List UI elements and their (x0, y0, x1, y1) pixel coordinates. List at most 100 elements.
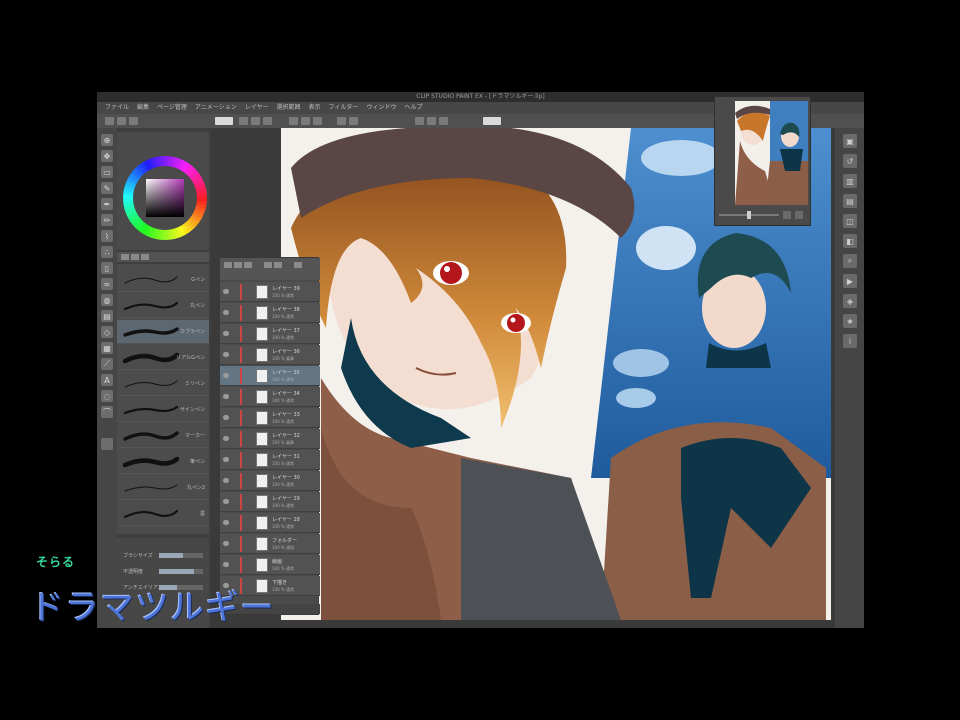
layer-row[interactable]: レイヤー 32 100 % 乗算 (220, 429, 320, 449)
eye-icon[interactable] (223, 562, 229, 567)
frame-icon[interactable]: ▦ (101, 342, 113, 354)
layer-row[interactable]: レイヤー 30 100 % 通常 (220, 471, 320, 491)
brush-item[interactable]: ミリペン (117, 372, 209, 396)
pencil-icon[interactable]: ✏ (101, 214, 113, 226)
open-file-icon[interactable] (117, 117, 126, 125)
erase-icon[interactable] (263, 117, 272, 125)
layer-row[interactable]: レイヤー 38 100 % 通常 (220, 303, 320, 323)
brush-item[interactable]: 筆ペン (117, 450, 209, 474)
brush-item[interactable]: 墨 (117, 502, 209, 526)
layer-property-icon[interactable]: ▣ (843, 134, 857, 148)
navigator-thumbnail[interactable] (735, 101, 808, 205)
history-icon[interactable]: ↺ (843, 154, 857, 168)
eye-icon[interactable] (223, 478, 229, 483)
eye-icon[interactable] (223, 457, 229, 462)
trash-icon[interactable] (294, 262, 302, 268)
transform-icon[interactable] (289, 117, 298, 125)
layer-row[interactable]: レイヤー 34 100 % 通常 (220, 387, 320, 407)
layer-row[interactable]: フォルダー 100 % 通過 (220, 534, 320, 554)
eye-icon[interactable] (223, 373, 229, 378)
property-slider[interactable] (159, 553, 203, 558)
eraser-icon[interactable]: ▯ (101, 262, 113, 274)
snap-icon[interactable] (337, 117, 346, 125)
eye-icon[interactable] (223, 520, 229, 525)
menu-item[interactable]: フィルター (327, 102, 361, 114)
material-icon[interactable]: ▥ (843, 174, 857, 188)
layer-row[interactable]: レイヤー 31 100 % 通常 (220, 450, 320, 470)
airbrush-icon[interactable]: ∴ (101, 246, 113, 258)
eye-icon[interactable] (223, 541, 229, 546)
deselect-icon[interactable] (427, 117, 436, 125)
menu-item[interactable]: アニメーション (193, 102, 239, 114)
brush-item[interactable]: 丸ペン (117, 294, 209, 318)
menu-item[interactable]: ページ管理 (155, 102, 189, 114)
layer-row[interactable]: レイヤー 36 100 % 乗算 (220, 345, 320, 365)
layer-row[interactable]: レイヤー 39 100 % 通常 (220, 282, 320, 302)
pen-icon[interactable]: ✒ (101, 198, 113, 210)
invert-icon[interactable] (439, 117, 448, 125)
correction-icon[interactable]: ⌒ (101, 406, 113, 418)
clip-studio-button[interactable] (215, 117, 233, 125)
brush-item[interactable]: マーカー (117, 424, 209, 448)
subtool-tab-3[interactable] (141, 254, 149, 260)
new-file-icon[interactable] (105, 117, 114, 125)
menu-item[interactable]: ファイル (103, 102, 131, 114)
color-set-icon[interactable]: ▤ (843, 194, 857, 208)
auto-action-icon[interactable]: ▶ (843, 274, 857, 288)
menu-item[interactable]: 選択範囲 (275, 102, 303, 114)
fill-icon[interactable] (313, 117, 322, 125)
figure-icon[interactable]: ◇ (101, 326, 113, 338)
layer-row[interactable]: レイヤー 33 100 % 通常 (220, 408, 320, 428)
menu-item[interactable]: ウィンドウ (364, 102, 398, 114)
undo-icon[interactable] (239, 117, 248, 125)
clip-layer-icon[interactable] (264, 262, 272, 268)
blend-icon[interactable]: ≈ (101, 278, 113, 290)
eye-icon[interactable] (223, 289, 229, 294)
balloon-icon[interactable]: ◌ (101, 390, 113, 402)
redo-icon[interactable] (251, 117, 260, 125)
menu-item[interactable]: レイヤー (243, 102, 271, 114)
info-icon[interactable]: i (843, 334, 857, 348)
brush-item[interactable]: カブラペン (117, 320, 209, 344)
selection-launcher-button[interactable] (483, 117, 501, 125)
brush-icon[interactable]: ⌇ (101, 230, 113, 242)
menu-item[interactable]: ヘルプ (402, 102, 424, 114)
color-wheel[interactable] (121, 154, 209, 242)
ruler-icon[interactable] (349, 117, 358, 125)
quick-access-icon[interactable]: ★ (843, 314, 857, 328)
navigator-zoom-controls[interactable] (719, 209, 807, 221)
select-icon[interactable]: ▭ (101, 166, 113, 178)
brush-item[interactable]: サインペン (117, 398, 209, 422)
new-vector-layer-icon[interactable] (234, 262, 242, 268)
text-icon[interactable]: A (101, 374, 113, 386)
item-bank-icon[interactable]: ◈ (843, 294, 857, 308)
property-slider[interactable] (159, 569, 203, 574)
scale-icon[interactable] (301, 117, 310, 125)
eye-icon[interactable] (223, 352, 229, 357)
layer-search-icon[interactable]: ⌕ (843, 254, 857, 268)
brush-item[interactable]: リアルGペン (117, 346, 209, 370)
eye-icon[interactable] (223, 436, 229, 441)
menu-item[interactable]: 表示 (307, 102, 323, 114)
subtool-tab-1[interactable] (121, 254, 129, 260)
select-all-icon[interactable] (415, 117, 424, 125)
layer-row[interactable]: レイヤー 29 100 % 通常 (220, 492, 320, 512)
eyedropper-icon[interactable]: ✎ (101, 182, 113, 194)
eye-icon[interactable] (223, 331, 229, 336)
new-folder-icon[interactable] (244, 262, 252, 268)
gradient-icon[interactable]: ▤ (101, 310, 113, 322)
layer-row[interactable]: レイヤー 37 100 % 通常 (220, 324, 320, 344)
ruler-tool-icon[interactable]: ⟋ (101, 358, 113, 370)
layer-row[interactable]: レイヤー 28 100 % 通常 (220, 513, 320, 533)
brush-item[interactable]: Gペン (117, 268, 209, 292)
menu-item[interactable]: 編集 (135, 102, 151, 114)
intermediate-color-icon[interactable]: ◫ (843, 214, 857, 228)
layer-row[interactable]: 線画 100 % 通常 (220, 555, 320, 575)
brush-item[interactable]: 丸ペン2 (117, 476, 209, 500)
eye-icon[interactable] (223, 499, 229, 504)
save-icon[interactable] (129, 117, 138, 125)
move-icon[interactable]: ✥ (101, 150, 113, 162)
eye-icon[interactable] (223, 394, 229, 399)
lock-icon[interactable] (274, 262, 282, 268)
subtool-tab-2[interactable] (131, 254, 139, 260)
